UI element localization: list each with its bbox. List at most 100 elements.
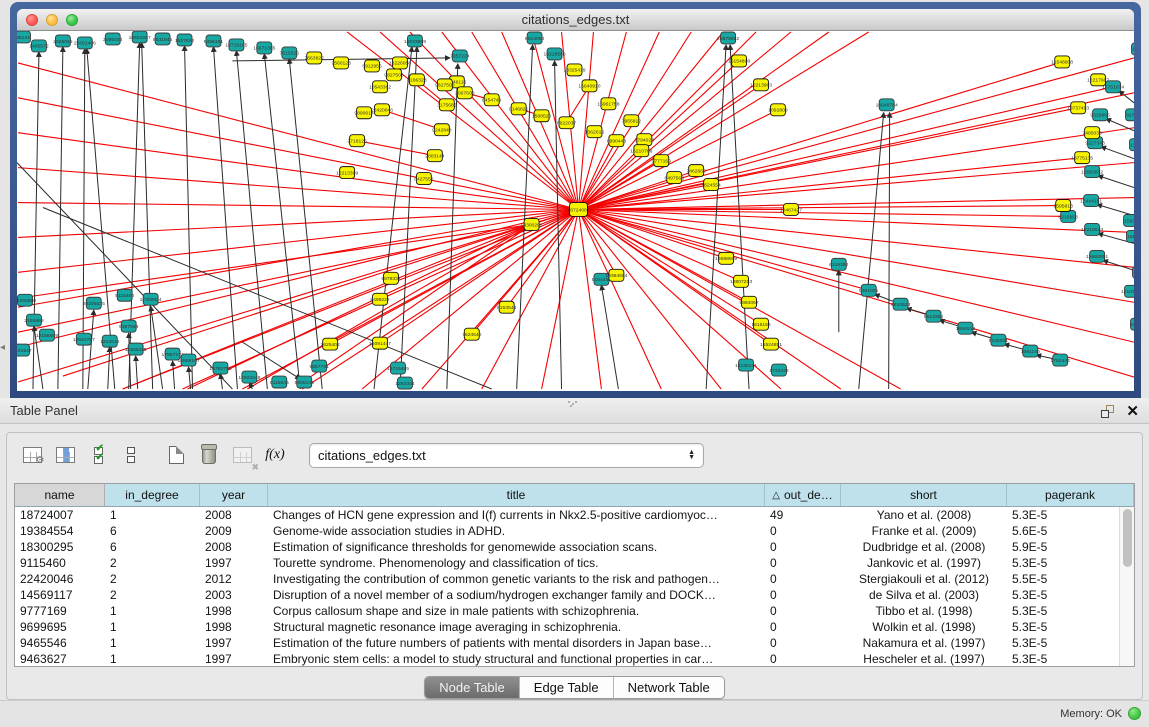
graph-edge — [578, 58, 1134, 210]
cell-out_de: 0 — [765, 539, 841, 555]
function-builder-icon[interactable]: f(x) — [262, 442, 288, 468]
graph-node-label: 2067608 — [455, 91, 475, 97]
graph-node-label: 12213369 — [336, 170, 358, 176]
graph-node-label: 9115460 — [115, 293, 134, 299]
graph-node-label: 12923448 — [238, 375, 260, 381]
cell-year: 2003 — [200, 587, 268, 603]
table-row[interactable]: 911546021997Tourette syndrome. Phenomeno… — [15, 555, 1119, 571]
minimize-window-icon[interactable] — [46, 14, 58, 26]
graph-node-label: 12505115 — [125, 347, 147, 353]
tab-edge-table[interactable]: Edge Table — [519, 677, 613, 698]
clear-selection-icon[interactable] — [118, 442, 144, 468]
network-window-title: citations_edges.txt — [522, 12, 630, 27]
column-header-short[interactable]: short — [841, 484, 1007, 506]
graph-edge — [108, 347, 110, 389]
table-panel-body: ⚙ ✔✔ ✖ f(x) citations_edges.txt ▲▼ — [6, 432, 1143, 700]
cell-out_de: 49 — [765, 507, 841, 523]
graph-edge — [889, 113, 890, 389]
column-chooser-icon[interactable] — [52, 442, 78, 468]
cell-short: Franke et al. (2009) — [841, 523, 1007, 539]
table-row[interactable]: 1830029562008Estimation of significance … — [15, 539, 1119, 555]
column-header-pagerank[interactable]: pagerank — [1007, 484, 1134, 506]
graph-node-label: 8878332 — [381, 276, 401, 282]
float-panel-icon[interactable] — [1101, 405, 1114, 418]
graph-edge — [578, 210, 721, 390]
citation-network-graph[interactable]: 8614314055722026065226914062095334106532… — [17, 31, 1134, 391]
split-divider-grip[interactable] — [568, 401, 577, 407]
column-header-in_degree[interactable]: in_degree — [105, 484, 200, 506]
table-row[interactable]: 2242004622012Investigating the contribut… — [15, 571, 1119, 587]
graph-node-label: 9361021 — [859, 288, 879, 294]
graph-node-label: 8427552 — [414, 176, 434, 182]
graph-node-label: 7663822 — [305, 56, 325, 62]
table-row[interactable]: 946362711997Embryonic stem cells: a mode… — [15, 651, 1119, 666]
close-window-icon[interactable] — [26, 14, 38, 26]
new-column-icon[interactable] — [163, 442, 189, 468]
column-header-year[interactable]: year — [200, 484, 268, 506]
graph-edge — [517, 45, 533, 389]
tab-network-table[interactable]: Network Table — [613, 677, 724, 698]
graph-node-label: 16958107 — [177, 358, 199, 364]
graph-node-label: 8454749 — [482, 98, 502, 104]
graph-edge — [173, 361, 175, 389]
graph-edge — [578, 210, 1134, 268]
table-selector-dropdown[interactable]: citations_edges.txt ▲▼ — [309, 443, 704, 468]
table-row[interactable]: 1938455462009Genome-wide association stu… — [15, 523, 1119, 539]
cell-name: 18300295 — [15, 539, 105, 555]
table-row[interactable]: 946554611997Estimation of the future num… — [15, 635, 1119, 651]
memory-status-icon[interactable] — [1128, 707, 1141, 720]
table-toolbar: ⚙ ✔✔ ✖ f(x) citations_edges.txt ▲▼ — [7, 433, 1142, 477]
column-header-out_de[interactable]: △out_de… — [765, 484, 841, 506]
cell-out_de: 0 — [765, 635, 841, 651]
network-canvas[interactable]: 8614314055722026065226914062095334106532… — [17, 31, 1134, 391]
graph-node-label: 2095334 — [103, 37, 123, 43]
column-header-title[interactable]: title — [268, 484, 765, 506]
table-row[interactable]: 1456911722003Disruption of a novel membe… — [15, 587, 1119, 603]
close-panel-icon[interactable]: ✕ — [1126, 404, 1139, 419]
table-header-row: namein_degreeyeartitle△out_de…shortpager… — [15, 484, 1134, 507]
table-vertical-scrollbar[interactable] — [1119, 507, 1134, 666]
cell-title: Estimation of significance thresholds fo… — [268, 539, 765, 555]
graph-edge — [302, 210, 578, 390]
zoom-window-icon[interactable] — [66, 14, 78, 26]
cell-title: Embryonic stem cells: a model to study s… — [268, 651, 765, 666]
cell-year: 1997 — [200, 651, 268, 666]
scrollbar-thumb[interactable] — [1123, 509, 1132, 567]
graph-node-label: 22420046 — [371, 108, 393, 114]
cell-title: Tourette syndrome. Phenomenology and cla… — [268, 555, 765, 571]
table-settings-icon[interactable]: ⚙ — [19, 442, 45, 468]
cell-name: 19384554 — [15, 523, 105, 539]
status-bar: Memory: OK — [0, 700, 1149, 727]
network-window-titlebar[interactable]: citations_edges.txt — [17, 9, 1134, 31]
graph-node-label: 15692951 — [1086, 254, 1108, 260]
graph-node-label: 8912955 — [362, 64, 382, 70]
cell-pagerank: 5.3E-5 — [1007, 587, 1119, 603]
graph-node-label: 18807203 — [730, 279, 752, 285]
cell-name: 9115460 — [15, 555, 105, 571]
table-row[interactable]: 977716911998Corpus callosum shape and si… — [15, 603, 1119, 619]
graph-edge — [18, 224, 532, 332]
graph-edge — [578, 210, 601, 390]
graph-node-label: 9227343 — [1085, 140, 1105, 146]
column-header-name[interactable]: name — [15, 484, 105, 506]
tab-node-table[interactable]: Node Table — [425, 677, 519, 698]
graph-node-label: 16857 — [1127, 234, 1134, 240]
delete-icon[interactable] — [196, 442, 222, 468]
graph-node-label: 9397588 — [119, 324, 139, 330]
graph-edge — [213, 47, 237, 389]
graph-edge — [601, 285, 618, 389]
cell-year: 2008 — [200, 507, 268, 523]
cell-name: 9463627 — [15, 651, 105, 666]
graph-node-label: 12942757 — [73, 337, 95, 343]
graph-node-label: 1091140 — [1021, 349, 1040, 355]
dropdown-stepper-icon: ▲▼ — [688, 450, 695, 460]
collapse-west-panel-icon[interactable]: ◂ — [0, 342, 5, 353]
table-row[interactable]: 1872400712008Changes of HCN gene express… — [15, 507, 1119, 523]
cell-short: Hescheler et al. (1997) — [841, 651, 1007, 666]
graph-node-label: 12444151 — [1080, 198, 1102, 204]
table-row[interactable]: 969969511998Structural magnetic resonanc… — [15, 619, 1119, 635]
graph-node-label: 16671385 — [253, 46, 275, 52]
graph-node-label: 8990448 — [607, 138, 627, 144]
cell-pagerank: 5.3E-5 — [1007, 619, 1119, 635]
select-rows-icon[interactable]: ✔✔ — [85, 442, 111, 468]
